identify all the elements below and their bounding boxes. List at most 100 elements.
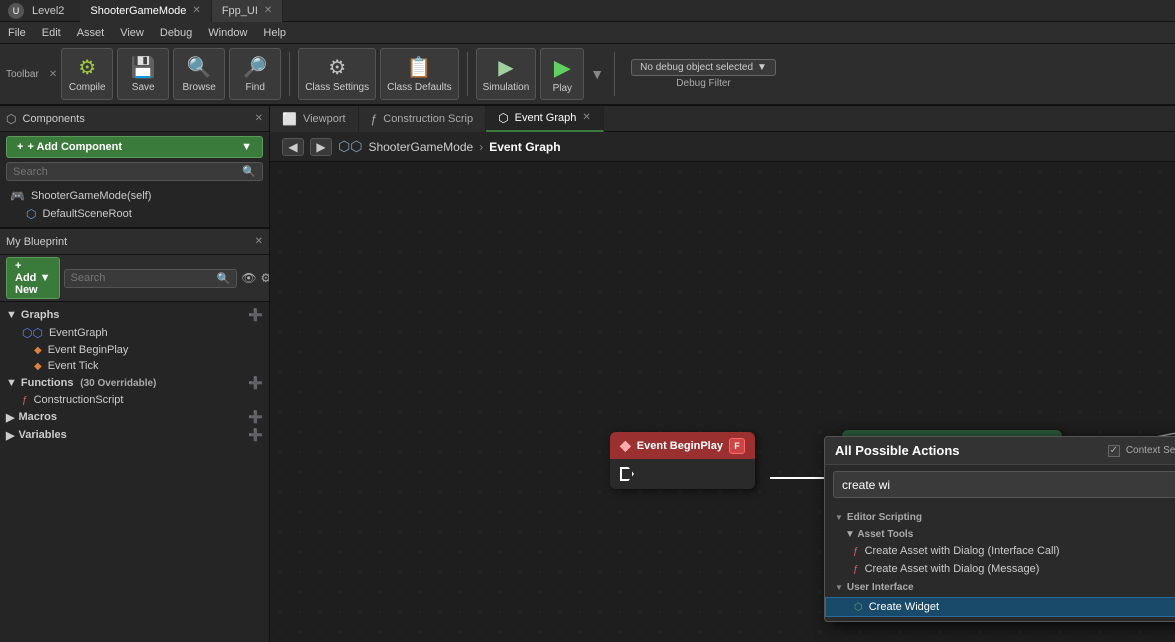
menu-window[interactable]: Window [200, 22, 255, 44]
toolbar-separator-3 [614, 52, 615, 96]
event-graph-label: EventGraph [49, 327, 108, 339]
component-list: 🎮 ShooterGameMode(self) ⬡ DefaultSceneRo… [0, 183, 269, 227]
actions-cat-user-interface[interactable]: ▼ User Interface [825, 578, 1175, 597]
bp-event-graph[interactable]: ⬡⬡ EventGraph [6, 324, 263, 342]
breadcrumb-section: Event Graph [489, 140, 560, 154]
event-graph-tab-label: Event Graph [515, 112, 577, 124]
menu-debug[interactable]: Debug [152, 22, 200, 44]
play-dropdown[interactable]: ▼ [590, 66, 604, 82]
bp-add-new-button[interactable]: + Add New ▼ [6, 257, 60, 299]
actions-popup-title: All Possible Actions [835, 443, 960, 458]
simulation-button[interactable]: ▶ Simulation [476, 48, 537, 100]
bp-event-beginplay[interactable]: ◆ Event BeginPlay [6, 342, 263, 358]
tab-viewport[interactable]: ⬜ Viewport [270, 106, 359, 132]
play-label: Play [553, 83, 572, 94]
component-defaultsceneroot[interactable]: ⬡ DefaultSceneRoot [6, 205, 263, 223]
actions-cat-editor-scripting[interactable]: ▼ Editor Scripting [825, 508, 1175, 527]
bp-search-input[interactable] [71, 272, 213, 284]
components-search-icon: 🔍 [242, 165, 256, 178]
class-defaults-label: Class Defaults [387, 82, 451, 93]
event-beginplay-diamond: ◆ [620, 437, 631, 454]
bp-visibility-button[interactable]: 👁 [241, 271, 256, 285]
create-asset-interface-label: Create Asset with Dialog (Interface Call… [865, 545, 1060, 557]
components-search-input[interactable] [13, 166, 238, 178]
bp-graphs-add[interactable]: ➕ [248, 308, 263, 322]
event-beginplay-node-header: ◆ Event BeginPlay F [610, 432, 755, 459]
tab-shootergamemode[interactable]: ShooterGameMode ✕ [80, 0, 211, 22]
menu-asset[interactable]: Asset [69, 22, 113, 44]
breadcrumb-graph[interactable]: ShooterGameMode [368, 140, 473, 154]
bp-graphs-section[interactable]: ▼ Graphs ➕ [6, 306, 263, 324]
node-event-beginplay[interactable]: ◆ Event BeginPlay F [610, 432, 755, 489]
bp-variables-section[interactable]: ▶ Variables ➕ [6, 426, 263, 444]
debug-dropdown-arrow: ▼ [757, 62, 767, 73]
context-sensitive-label: Context Sensitive [1126, 445, 1175, 456]
actions-search-bar: ✕ [833, 471, 1175, 498]
actions-subcat-asset-tools[interactable]: ▼ Asset Tools [825, 527, 1175, 542]
breadcrumb: ◀ ▶ ⬡⬡ ShooterGameMode › Event Graph [270, 132, 1175, 162]
actions-list: ▼ Editor Scripting ▼ Asset Tools ƒ Creat… [825, 504, 1175, 621]
bp-settings-icon[interactable]: ⚙ [260, 271, 269, 285]
tab-fpp-ui-close[interactable]: ✕ [264, 5, 272, 16]
save-icon: 💾 [131, 55, 156, 80]
tab-construction-scrip[interactable]: ƒ Construction Scrip [359, 106, 487, 132]
components-panel-close[interactable]: ✕ [255, 113, 263, 124]
debug-dropdown[interactable]: No debug object selected ▼ [631, 59, 776, 76]
editor-scripting-arrow: ▼ [835, 513, 843, 522]
event-beginplay-node-body [610, 459, 755, 489]
browse-button[interactable]: 🔍 Browse [173, 48, 225, 100]
bp-construction-script[interactable]: ƒ ConstructionScript [6, 392, 263, 408]
menu-file[interactable]: File [0, 22, 34, 44]
bp-event-tick[interactable]: ◆ Event Tick [6, 358, 263, 374]
tab-fpp-ui[interactable]: Fpp_UI ✕ [212, 0, 283, 22]
bp-tree: ▼ Graphs ➕ ⬡⬡ EventGraph ◆ Event BeginPl… [0, 302, 269, 642]
class-defaults-button[interactable]: 📋 Class Defaults [380, 48, 458, 100]
bp-macros-label: Macros [18, 411, 57, 423]
event-graph-tab-icon: ⬡ [498, 111, 508, 125]
breadcrumb-separator: › [479, 140, 483, 154]
add-component-button[interactable]: + + Add Component ▼ [6, 136, 263, 158]
my-blueprint-title: My Blueprint [6, 236, 249, 248]
find-button[interactable]: 🔎 Find [229, 48, 281, 100]
nav-back-button[interactable]: ◀ [282, 138, 304, 156]
find-label: Find [245, 82, 264, 93]
bp-variables-add[interactable]: ➕ [248, 428, 263, 442]
my-blueprint-close[interactable]: ✕ [255, 236, 263, 247]
bp-graphs-arrow: ▼ [6, 309, 17, 321]
bp-macros-arrow: ▶ [6, 411, 14, 424]
event-graph-tab-close[interactable]: ✕ [582, 112, 590, 123]
bp-functions-add[interactable]: ➕ [248, 376, 263, 390]
user-interface-arrow: ▼ [835, 583, 843, 592]
actions-search-input[interactable] [842, 478, 1175, 492]
class-settings-icon: ⚙ [328, 55, 346, 80]
toolbar-close[interactable]: ✕ [49, 69, 57, 80]
class-settings-button[interactable]: ⚙ Class Settings [298, 48, 376, 100]
bp-functions-section[interactable]: ▼ Functions (30 Overridable) ➕ [6, 374, 263, 392]
context-sensitive-checkbox[interactable]: ✓ [1108, 445, 1120, 457]
action-create-asset-dialog-interface[interactable]: ƒ Create Asset with Dialog (Interface Ca… [825, 542, 1175, 560]
toolbar-separator-1 [289, 52, 290, 96]
shootergamemode-icon: 🎮 [10, 189, 25, 203]
construction-script-icon: ƒ [22, 395, 28, 406]
create-asset-message-label: Create Asset with Dialog (Message) [865, 563, 1040, 575]
menu-edit[interactable]: Edit [34, 22, 69, 44]
compile-button[interactable]: ⚙ Compile [61, 48, 113, 100]
toolbar-title: Toolbar [6, 69, 39, 80]
save-button[interactable]: 💾 Save [117, 48, 169, 100]
defaultsceneroot-label: DefaultSceneRoot [42, 208, 131, 220]
tab-shootergamemode-close[interactable]: ✕ [192, 5, 200, 16]
menu-help[interactable]: Help [255, 22, 294, 44]
bp-macros-section[interactable]: ▶ Macros ➕ [6, 408, 263, 426]
graph-canvas[interactable]: ◆ Event BeginPlay F ⬡ Create Fpp UI Widg… [270, 162, 1175, 642]
nav-forward-button[interactable]: ▶ [310, 138, 332, 156]
menu-view[interactable]: View [112, 22, 152, 44]
action-create-widget[interactable]: ⬡ Create Widget [825, 597, 1175, 617]
play-button[interactable]: ▶ Play [540, 48, 584, 100]
browse-icon: 🔍 [187, 55, 212, 80]
tab-event-graph[interactable]: ⬡ Event Graph ✕ [486, 106, 604, 132]
bp-macros-add[interactable]: ➕ [248, 410, 263, 424]
canvas-area: ⬜ Viewport ƒ Construction Scrip ⬡ Event … [270, 106, 1175, 642]
component-shootergamemode[interactable]: 🎮 ShooterGameMode(self) [6, 187, 263, 205]
components-panel-title: Components [22, 113, 248, 125]
action-create-asset-dialog-message[interactable]: ƒ Create Asset with Dialog (Message) [825, 560, 1175, 578]
